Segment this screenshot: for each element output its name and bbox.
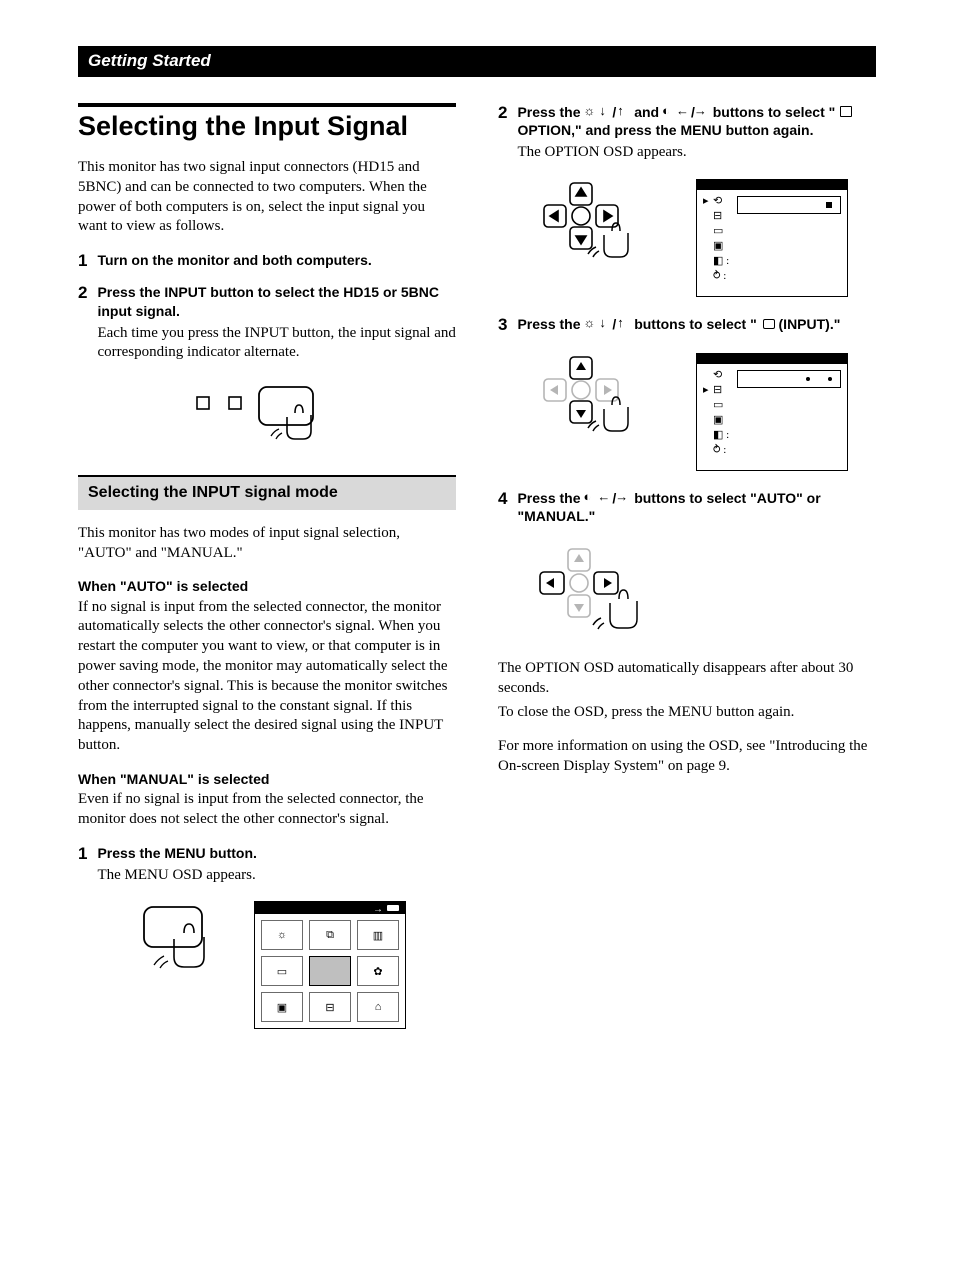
figure-horizontal-press [518, 545, 876, 641]
osd-cell-selected [309, 956, 351, 986]
section-banner: Getting Started [78, 46, 876, 77]
arrow-down-icon [598, 318, 612, 332]
osd-cell-language: ▣ [261, 992, 303, 1022]
brightness-icon [584, 318, 598, 332]
arrow-left-icon [598, 492, 612, 506]
step-number: 1 [78, 845, 87, 862]
step-1: 1 Turn on the monitor and both computers… [78, 251, 456, 273]
dpad-active-horizontal [518, 545, 658, 641]
step-heading: Press the INPUT button to select the HD1… [97, 283, 456, 319]
step-note: The OPTION OSD appears. [517, 143, 876, 163]
arrow-right-icon [695, 106, 709, 120]
osd-cell-geometry: ▥ [357, 920, 399, 950]
step-number: 3 [498, 316, 507, 333]
step-option-4: 4 Press the / buttons to select "AUTO" o… [498, 489, 876, 529]
arrow-right-icon [616, 492, 630, 506]
arrow-down-icon [598, 106, 612, 120]
figure-input-button [78, 379, 456, 445]
step-option-2: 2 Press the / and / buttons to select " … [498, 103, 876, 163]
step-heading: Press the MENU button. [97, 844, 456, 862]
manual-body: Even if no signal is input from the sele… [78, 790, 456, 830]
page-title: Selecting the Input Signal [78, 111, 456, 142]
step-option-3: 3 Press the / buttons to select " (INPUT… [498, 315, 876, 337]
steps-primary: 1 Turn on the monitor and both computers… [78, 251, 456, 363]
step-note: The MENU OSD appears. [97, 866, 456, 886]
figure-option-osd: ▸⟲ ⊟ ▭ ▣ ◧ : ⥁ : [498, 179, 876, 297]
figure-menu-osd: → ☼ ⧉ ▥ ▭ ✿ ▣ ⊟ ⌂ [78, 901, 456, 1029]
intro-paragraph: This monitor has two signal input connec… [78, 158, 456, 237]
brightness-icon [584, 106, 598, 120]
dpad-active-all [526, 179, 646, 269]
step-note: Each time you press the INPUT button, th… [97, 324, 456, 363]
tail-3: For more information on using the OSD, s… [498, 737, 876, 777]
input-icon [761, 318, 775, 332]
left-column: Selecting the Input Signal This monitor … [78, 103, 456, 1047]
arrow-up-icon [616, 318, 630, 332]
option-osd-input: ⟲ ▸⊟ ▭ ▣ ◧ : ⥁ : [696, 353, 848, 471]
step-heading: Press the / and / buttons to select " OP… [517, 103, 876, 139]
dpad-active-vertical [526, 353, 646, 443]
title-rule [78, 103, 456, 107]
figure-input-osd: ⟲ ▸⊟ ▭ ▣ ◧ : ⥁ : [498, 353, 876, 471]
step-number: 2 [498, 104, 507, 121]
auto-heading: When "AUTO" is selected [78, 577, 456, 595]
menu-osd: → ☼ ⧉ ▥ ▭ ✿ ▣ ⊟ ⌂ [254, 901, 406, 1029]
option-osd-list: ⟲ ▸⊟ ▭ ▣ ◧ : ⥁ : [703, 370, 729, 456]
osd-cell-size: ⧉ [309, 920, 351, 950]
auto-body: If no signal is input from the selected … [78, 598, 456, 756]
arrow-up-icon [616, 106, 630, 120]
osd-cell-brightness: ☼ [261, 920, 303, 950]
right-column: 2 Press the / and / buttons to select " … [498, 103, 876, 1047]
option-icon [839, 106, 853, 120]
osd-cell-degauss: ⊟ [309, 992, 351, 1022]
step-heading: Turn on the monitor and both computers. [97, 251, 456, 269]
step-heading: Press the / buttons to select " (INPUT).… [517, 315, 876, 333]
contrast-icon [584, 492, 598, 506]
step-number: 1 [78, 252, 87, 269]
tail-2: To close the OSD, press the MENU button … [498, 703, 876, 723]
subsection-heading: Selecting the INPUT signal mode [78, 475, 456, 510]
step-2: 2 Press the INPUT button to select the H… [78, 283, 456, 362]
step-heading: Press the / buttons to select "AUTO" or … [517, 489, 876, 525]
option-osd: ▸⟲ ⊟ ▭ ▣ ◧ : ⥁ : [696, 179, 848, 297]
osd-cell-convergence: ▭ [261, 956, 303, 986]
subsection-intro: This monitor has two modes of input sign… [78, 524, 456, 564]
osd-cell-option: ⌂ [357, 992, 399, 1022]
step-number: 4 [498, 490, 507, 507]
step-number: 2 [78, 284, 87, 301]
osd-cell-color: ✿ [357, 956, 399, 986]
arrow-left-icon [677, 106, 691, 120]
steps-menu: 1 Press the MENU button. The MENU OSD ap… [78, 844, 456, 886]
contrast-icon [663, 106, 677, 120]
page: Getting Started Selecting the Input Sign… [0, 0, 954, 1274]
tail-1: The OPTION OSD automatically disappears … [498, 659, 876, 699]
step-menu-1: 1 Press the MENU button. The MENU OSD ap… [78, 844, 456, 886]
option-osd-list: ▸⟲ ⊟ ▭ ▣ ◧ : ⥁ : [703, 196, 729, 282]
manual-heading: When "MANUAL" is selected [78, 770, 456, 788]
